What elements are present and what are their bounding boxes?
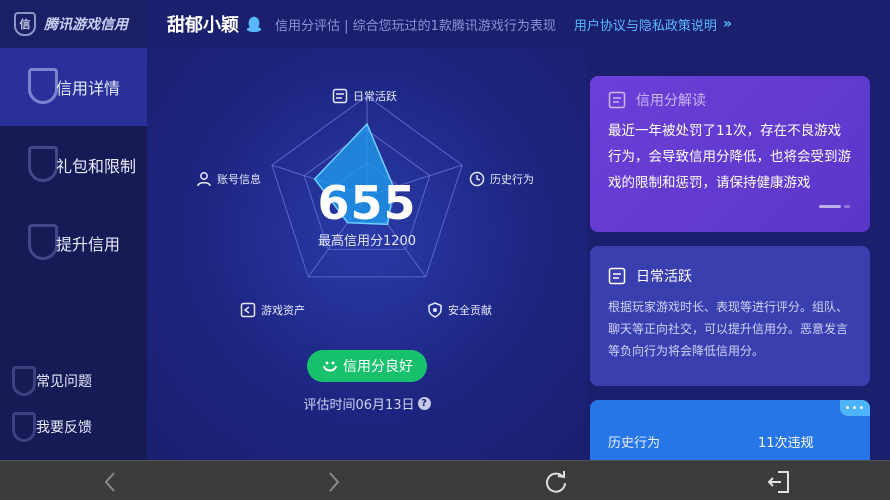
card-title: 信用分解读 [608,90,852,110]
dimension-label: 账号信息 [217,173,261,186]
history-row: 历史行为 11次违规 [608,432,852,451]
bottom-navigation-bar [0,460,890,500]
header: 甜郁小颖 信用分评估 | 综合您玩过的1款腾讯游戏行为表现 用户协议与隐私政策说… [147,0,890,48]
sidebar-item-label: 常见问题 [36,374,92,390]
history-label: 历史行为 [608,436,661,451]
qq-icon [246,16,262,33]
sidebar: 信 腾讯游戏信用 信用详情 礼包和限制 提升信用 常见问题 我要反馈 [0,0,147,460]
history-behavior-card[interactable]: ••• 历史行为 11次违规 [590,400,870,460]
double-chevron-right-icon: » [722,16,732,32]
evaluation-time: 评估时间06月13日 ? [287,394,447,413]
dimension-assets: 游戏资产 [240,302,305,318]
help-icon[interactable]: ? [417,397,431,410]
dimension-history: 历史行为 [469,171,534,187]
credit-status-label: 信用分良好 [343,359,413,375]
forward-icon[interactable] [320,469,346,495]
dimension-account: 账号信息 [196,171,261,187]
dimension-label: 日常活跃 [353,90,397,103]
card-title: 日常活跃 [608,266,852,286]
shield-icon [28,146,58,182]
policy-link[interactable]: 用户协议与隐私政策说明 » [574,15,732,34]
back-icon[interactable] [98,469,124,495]
brand-logo-icon: 信 [14,12,36,36]
sidebar-item-label: 信用详情 [56,79,121,98]
sidebar-item-gifts-limits[interactable]: 礼包和限制 [0,126,147,204]
dimension-label: 游戏资产 [261,304,305,317]
dimension-label: 安全贡献 [448,304,492,317]
card-body: 根据玩家游戏时长、表现等进行评分。组队、聊天等正向社交，可以提升信用分。恶意发言… [608,300,849,358]
history-value: 11次违规 [758,436,814,451]
more-icon[interactable]: ••• [840,400,870,416]
header-description: 信用分评估 | 综合您玩过的1款腾讯游戏行为表现 [275,18,556,34]
exit-icon[interactable] [766,469,792,495]
shield-icon [12,366,36,396]
max-score-caption: 最高信用分1200 [317,234,417,249]
carousel-indicator [816,205,850,208]
dimension-daily-activity: 日常活跃 [332,88,397,104]
sidebar-item-label: 我要反馈 [36,420,92,436]
shield-icon [12,412,36,442]
credit-interpretation-card: 信用分解读 最近一年被处罚了11次，存在不良游戏行为，会导致信用分降低，也将会受… [590,76,870,232]
user-icon [197,172,211,187]
daily-activity-card: 日常活跃 根据玩家游戏时长、表现等进行评分。组队、聊天等正向社交，可以提升信用分… [590,246,870,386]
document-icon [608,91,626,109]
card-title-label: 信用分解读 [636,93,706,109]
sidebar-item-credit-details[interactable]: 信用详情 [0,48,147,126]
evaluation-time-label: 评估时间06月13日 [303,398,415,413]
shield-icon [428,302,442,318]
username: 甜郁小颖 [167,15,239,36]
smile-icon [323,361,337,372]
document-icon [608,267,626,285]
pager-dot-active [819,205,841,208]
brand: 信 腾讯游戏信用 [0,0,147,48]
dimension-label: 历史行为 [490,173,534,186]
credit-score: 655 [317,176,417,230]
dimension-security: 安全贡献 [427,302,492,318]
shield-icon [28,68,58,104]
credit-radar-panel: 日常活跃 历史行为 安全贡献 游戏资产 账号信息 655 最高信用分1200 信… [147,48,587,460]
brand-name: 腾讯游戏信用 [44,17,128,33]
document-icon [332,88,348,104]
clock-icon [469,171,485,187]
card-body: 最近一年被处罚了11次，存在不良游戏行为，会导致信用分降低，也将会受到游戏的限制… [608,123,851,191]
credit-status-badge[interactable]: 信用分良好 [307,350,427,382]
refresh-icon[interactable] [543,469,569,495]
asset-icon [240,302,256,318]
pager-dot [844,205,850,208]
sidebar-item-feedback[interactable]: 我要反馈 [0,412,147,442]
policy-link-label: 用户协议与隐私政策说明 [573,18,717,34]
sidebar-item-faq[interactable]: 常见问题 [0,366,147,396]
sidebar-item-label: 礼包和限制 [56,157,137,176]
sidebar-item-label: 提升信用 [56,235,121,254]
sidebar-item-improve-credit[interactable]: 提升信用 [0,204,147,282]
card-title-label: 日常活跃 [636,269,692,285]
shield-icon [28,224,58,260]
